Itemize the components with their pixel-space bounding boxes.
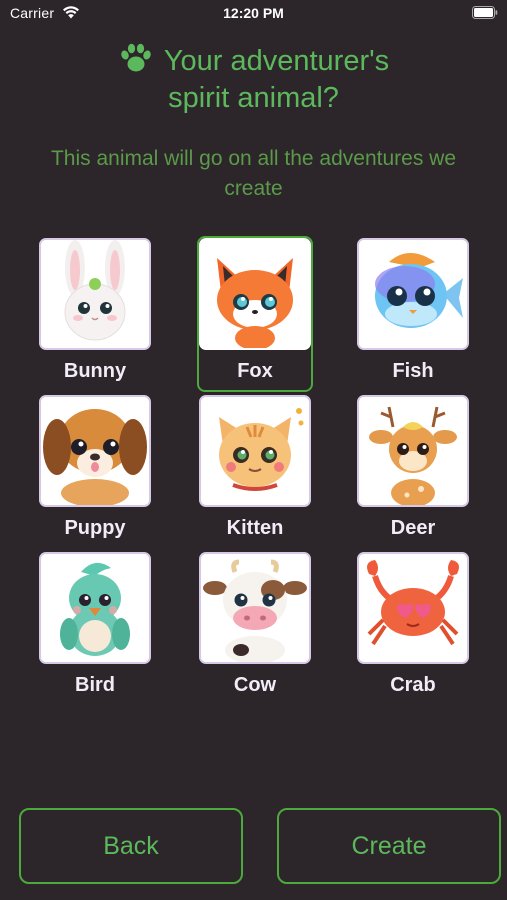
animal-label: Puppy xyxy=(64,517,126,539)
animal-option-kitten[interactable]: Kitten xyxy=(199,395,311,545)
fish-image xyxy=(359,240,467,348)
puppy-image xyxy=(41,397,149,505)
back-button[interactable]: Back xyxy=(19,808,243,884)
title-line-1: Your adventurer's xyxy=(163,45,390,77)
battery-icon xyxy=(472,6,498,19)
bird-image xyxy=(41,554,149,662)
animal-option-deer[interactable]: Deer xyxy=(357,395,469,545)
animal-label: Kitten xyxy=(226,517,284,539)
animal-label: Bird xyxy=(75,674,115,696)
animal-tile xyxy=(39,552,151,664)
animal-tile xyxy=(357,552,469,664)
animal-tile xyxy=(39,238,151,350)
cow-image xyxy=(201,554,309,662)
animal-tile xyxy=(39,395,151,507)
status-bar: Carrier 12:20 PM xyxy=(0,0,507,28)
animal-tile xyxy=(357,238,469,350)
animal-option-bunny[interactable]: Bunny xyxy=(39,238,151,388)
animal-label: Fox xyxy=(237,360,273,382)
animal-label: Bunny xyxy=(63,360,127,382)
animal-label: Crab xyxy=(390,674,436,696)
bunny-image xyxy=(41,240,149,348)
kitten-image xyxy=(201,397,309,505)
animal-tile xyxy=(199,238,311,350)
page-title: Your adventurer's spirit animal? xyxy=(0,40,507,117)
deer-image xyxy=(359,397,467,505)
animal-option-fish[interactable]: Fish xyxy=(357,238,469,388)
animal-tile xyxy=(199,552,311,664)
animal-option-cow[interactable]: Cow xyxy=(199,552,311,702)
crab-image xyxy=(359,554,467,662)
paw-icon xyxy=(121,43,151,72)
animal-option-crab[interactable]: Crab xyxy=(357,552,469,702)
animal-option-puppy[interactable]: Puppy xyxy=(39,395,151,545)
animal-tile xyxy=(199,395,311,507)
clock: 12:20 PM xyxy=(223,5,284,21)
title-line-2: spirit animal? xyxy=(168,82,339,114)
create-button[interactable]: Create xyxy=(277,808,501,884)
animal-label: Cow xyxy=(233,674,277,696)
animal-tile xyxy=(357,395,469,507)
animal-label: Fish xyxy=(392,360,434,382)
animal-option-bird[interactable]: Bird xyxy=(39,552,151,702)
animal-label: Deer xyxy=(390,517,436,539)
fox-image xyxy=(201,240,309,348)
animal-option-fox[interactable]: Fox xyxy=(197,236,313,392)
page-subtitle: This animal will go on all the adventure… xyxy=(50,147,457,200)
